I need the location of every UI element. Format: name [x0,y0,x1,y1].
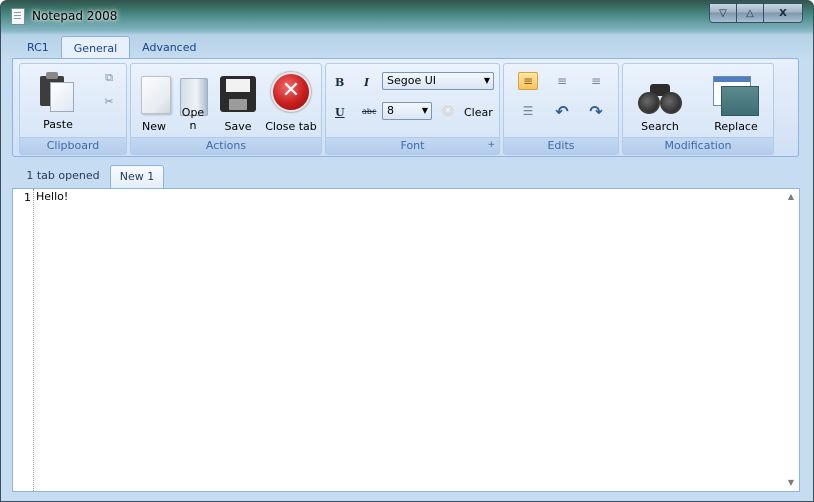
open-button[interactable]: Ope n [175,66,211,134]
tab-count-label: 1 tab opened [26,169,100,182]
close-tab-icon: ✕ [271,72,311,112]
bullet-list-icon[interactable]: ☰ [518,102,538,120]
group-font: B I Segoe UI ▼ U abc 8 ▼ ✕ Clear Font + [325,63,500,155]
clear-icon: ✕ [442,105,454,117]
paste-icon [40,72,76,112]
align-right-icon[interactable]: ≡ [586,72,606,90]
replace-icon [713,76,759,116]
notepad-icon[interactable] [11,8,25,25]
clear-button[interactable]: Clear [464,106,493,119]
close-tab-button[interactable]: ✕ Close tab [263,66,319,134]
window-title: Notepad 2008 [32,9,118,23]
title-bar[interactable]: Notepad 2008 ▽ △ X [1,1,813,31]
group-actions: New Ope n Save ✕ Close tab Actions [130,63,322,155]
close-window-button[interactable]: X [764,4,802,22]
copy-icon[interactable]: ⧉ [102,72,116,84]
replace-label: Replace [714,120,758,133]
group-edits: ≡ ≡ ≡ ☰ ↶ ↷ Edits [503,63,619,155]
font-label-text: Font [400,139,425,152]
font-size-select[interactable]: 8 ▼ [382,102,432,120]
chevron-down-icon: ▼ [483,76,490,85]
caption-buttons: ▽ △ X [709,3,803,23]
group-modification: Search Replace Modification [622,63,774,155]
group-label-modification: Modification [623,137,773,154]
close-icon: X [779,7,787,19]
paste-label: Paste [43,118,73,131]
undo-icon[interactable]: ↶ [552,102,572,121]
cut-icon[interactable]: ✂ [102,96,116,108]
align-center-icon[interactable]: ≡ [552,72,572,90]
redo-icon[interactable]: ↷ [586,102,606,121]
chevron-down-icon: ▼ [421,106,428,115]
italic-button[interactable]: I [364,76,369,89]
app-window: Notepad 2008 ▽ △ X RC1 General Advanced … [0,0,814,502]
group-label-font: Font + [326,137,499,154]
minimize-button[interactable]: ▽ [710,4,737,22]
save-label: Save [224,120,252,133]
tab-new-1[interactable]: New 1 [110,165,164,189]
save-floppy-icon [220,76,256,112]
new-label: New [142,120,166,133]
font-name-select[interactable]: Segoe UI ▼ [382,72,494,90]
align-left-icon[interactable]: ≡ [518,72,538,90]
underline-button[interactable]: U [335,106,345,119]
close-tab-label: Close tab [265,120,317,133]
tab-rc1[interactable]: RC1 [15,36,61,58]
ribbon-tab-strip: RC1 General Advanced [15,36,208,59]
editor-content[interactable]: Hello! [36,190,68,203]
font-name-value: Segoe UI [387,74,437,87]
font-dialog-launcher[interactable]: + [487,137,495,153]
restore-button[interactable]: △ [737,4,764,22]
font-size-value: 8 [387,104,394,117]
tab-advanced[interactable]: Advanced [130,36,208,58]
line-number-gutter: 1 [13,189,34,491]
vertical-scrollbar[interactable]: ▲ ▼ [783,189,799,491]
group-label-clipboard: Clipboard [20,137,126,154]
search-label: Search [641,120,679,133]
search-button[interactable]: Search [627,66,693,134]
search-binoculars-icon [638,80,682,114]
save-button[interactable]: Save [215,66,261,134]
strikethrough-button[interactable]: abc [362,107,376,116]
bold-button[interactable]: B [335,76,344,89]
minimize-icon: ▽ [719,7,727,19]
group-label-edits: Edits [504,137,618,154]
tab-general[interactable]: General [60,36,131,59]
open-label: Ope n [181,106,205,132]
paste-button[interactable]: Paste [24,66,92,131]
new-document-icon [141,76,171,114]
text-editor[interactable]: 1 Hello! ▲ ▼ [12,188,800,492]
group-clipboard: Paste ⧉ ✂ Clipboard [19,63,127,155]
group-label-actions: Actions [131,137,321,154]
line-number: 1 [24,191,31,204]
restore-icon: △ [746,7,754,19]
new-button[interactable]: New [135,66,173,134]
scroll-up-icon[interactable]: ▲ [783,189,799,205]
scroll-down-icon[interactable]: ▼ [783,475,799,491]
ribbon-panel: Paste ⧉ ✂ Clipboard New Ope n Save ✕ Clo… [12,58,799,157]
replace-button[interactable]: Replace [701,66,771,134]
